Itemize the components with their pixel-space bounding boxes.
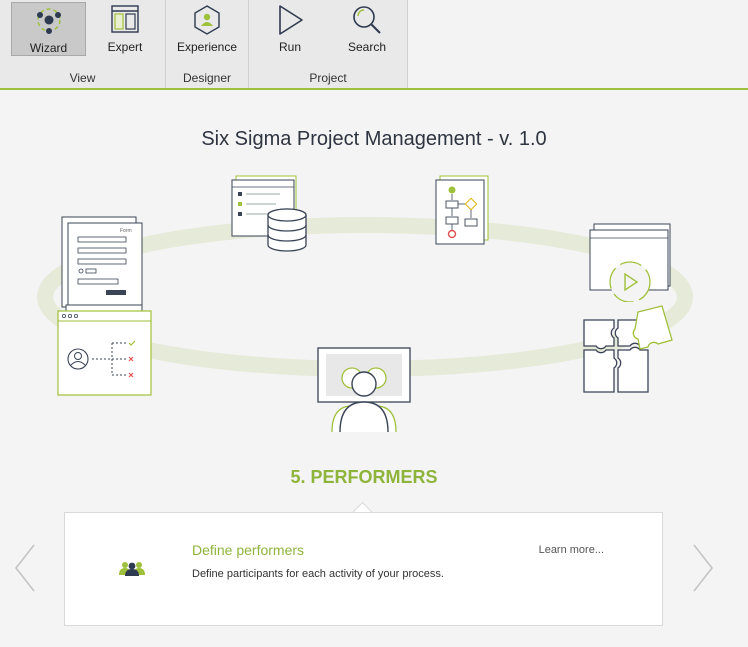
experience-button[interactable]: Experience — [174, 2, 240, 56]
form-caption: Form — [120, 228, 132, 234]
search-button[interactable]: Search — [334, 2, 400, 56]
step-card: Define performers Define participants fo… — [64, 512, 663, 626]
wizard-label: Wizard — [29, 41, 68, 55]
expert-button[interactable]: Expert — [92, 2, 158, 56]
search-label: Search — [347, 40, 387, 54]
execution-step-illustration[interactable] — [586, 222, 672, 302]
ribbon-separator — [407, 0, 408, 88]
search-icon — [353, 6, 381, 34]
integration-step-illustration[interactable] — [580, 304, 676, 396]
group-label-project: Project — [309, 71, 347, 85]
run-label: Run — [278, 40, 301, 54]
previous-step-arrow-icon[interactable] — [14, 543, 36, 593]
experience-icon — [194, 5, 220, 35]
data-step-illustration[interactable] — [230, 174, 312, 256]
forms-step-illustration[interactable]: Form — [56, 213, 156, 398]
run-button[interactable]: Run — [258, 2, 322, 56]
card-description: Define participants for each activity of… — [192, 568, 444, 580]
performers-step-illustration[interactable] — [316, 346, 412, 434]
step-title: 5. PERFORMERS — [290, 467, 438, 487]
expert-label: Expert — [107, 40, 143, 54]
page-title: Six Sigma Project Management - v. 1.0 — [201, 128, 547, 150]
group-label-designer: Designer — [182, 71, 232, 85]
wizard-icon — [36, 8, 61, 34]
learn-more-link[interactable]: Learn more... — [539, 544, 604, 556]
next-step-arrow-icon[interactable] — [692, 543, 714, 593]
expert-icon — [111, 5, 139, 33]
group-label-view: View — [69, 71, 96, 85]
define-performers-link[interactable]: Define performers — [192, 542, 304, 558]
performers-icon — [119, 562, 145, 576]
wizard-button[interactable]: Wizard — [11, 2, 86, 56]
experience-label: Experience — [176, 40, 238, 54]
process-step-illustration[interactable] — [434, 174, 492, 246]
ribbon-toolbar: Wizard Expert Experience Run Search View… — [0, 0, 748, 90]
run-icon — [279, 5, 303, 35]
